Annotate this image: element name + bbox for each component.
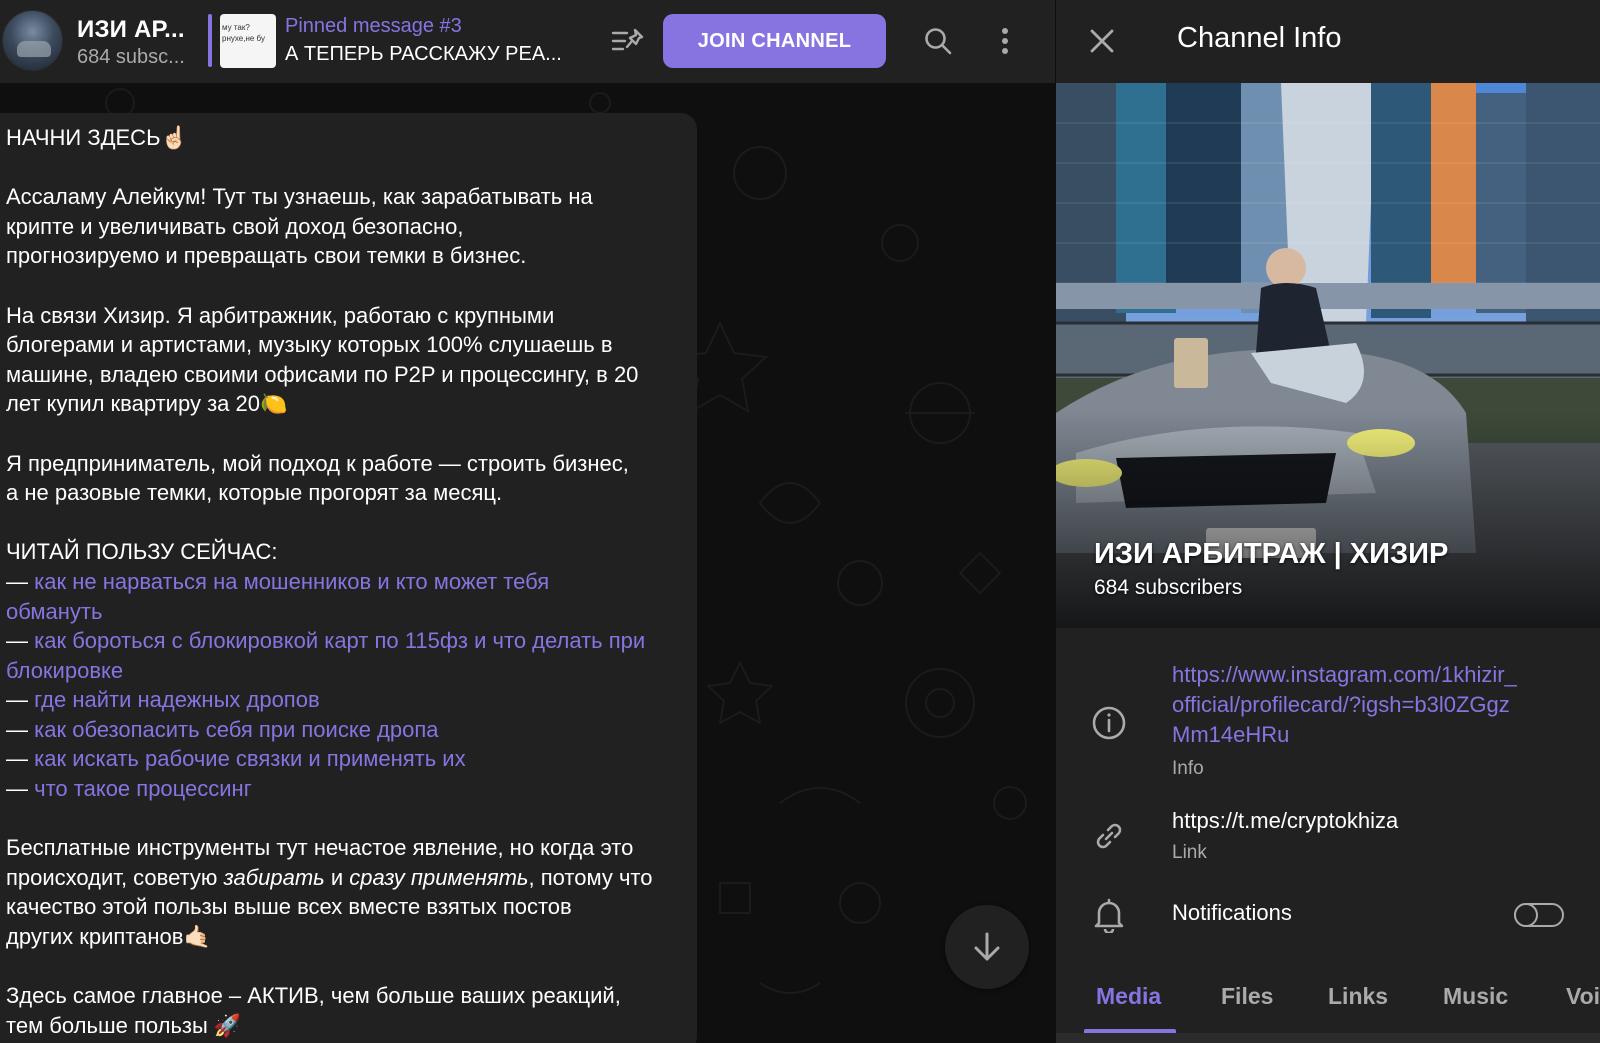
bio-link-line[interactable]: Mm14eHRu	[1172, 720, 1289, 750]
info-panel-title: Channel Info	[1177, 22, 1342, 54]
message-link[interactable]: как бороться с блокировкой карт по 115фз…	[34, 628, 645, 653]
italic-text: сразу применять	[349, 864, 529, 890]
notifications-label: Notifications	[1172, 900, 1292, 925]
message-bubble[interactable]: НАЧНИ ЗДЕСЬ☝🏻 Ассаламу Алейкум! Тут ты у…	[0, 113, 697, 1043]
dash: —	[6, 776, 35, 802]
bio-link-line[interactable]: https://www.instagram.com/1khizir_	[1172, 660, 1517, 690]
thumbnail-text: му так?	[222, 23, 250, 32]
message-title: НАЧНИ ЗДЕСЬ☝🏻	[6, 125, 188, 150]
dash: —	[6, 716, 35, 742]
channel-name[interactable]: ИЗИ АР...	[77, 16, 185, 44]
message-text-line: блогерами и артистами, музыку которых 10…	[6, 332, 613, 358]
pinned-indicator-bar	[208, 14, 212, 67]
message-link[interactable]: что такое процессинг	[34, 776, 252, 801]
tab-media[interactable]: Media	[1096, 983, 1161, 1010]
message-text-line: машине, владею своими офисами по P2P и п…	[6, 361, 639, 387]
info-header: Channel Info	[1056, 0, 1600, 83]
message-text-line: тем больше пользы 🚀	[6, 1012, 242, 1038]
message-text-fragment: и	[324, 864, 350, 890]
pinned-message-title[interactable]: Pinned message #3	[285, 15, 462, 38]
tab-voice[interactable]: Voi	[1566, 983, 1600, 1010]
list-heading: ЧИТАЙ ПОЛЬЗУ СЕЙЧАС:	[6, 539, 278, 565]
message-link[interactable]: как искать рабочие связки и применять их	[34, 746, 465, 771]
tab-music[interactable]: Music	[1443, 983, 1508, 1010]
notifications-toggle[interactable]	[1514, 903, 1564, 927]
info-row-bio[interactable]: https://www.instagram.com/1khizir_ offic…	[1056, 650, 1600, 785]
join-channel-button[interactable]: JOIN CHANNEL	[663, 14, 886, 68]
channel-cover-photo[interactable]: ИЗИ АРБИТРАЖ | ХИЗИР 684 subscribers	[1056, 83, 1600, 628]
dash: —	[6, 628, 35, 654]
telegram-window: ИЗИ АР... 684 subsc... му так? рнухе,не …	[0, 0, 1600, 1043]
scroll-to-bottom-button[interactable]	[945, 905, 1029, 989]
channel-subscribers: 684 subscribers	[1094, 576, 1243, 599]
tab-links[interactable]: Links	[1328, 983, 1388, 1010]
message-text-line: прогнозируемо и превращать свои темки в …	[6, 243, 527, 269]
bio-label: Info	[1172, 758, 1204, 779]
more-vertical-icon[interactable]	[985, 21, 1025, 61]
toggle-knob	[1514, 903, 1538, 927]
shared-media-tabs: Media Files Links Music Voi	[1056, 975, 1600, 1043]
message-text-fragment: происходит, советую	[6, 864, 224, 890]
bio-link-line[interactable]: official/profilecard/?igsh=b3l0ZGgz	[1172, 690, 1510, 720]
message-link[interactable]: как обезопасить себя при поиске дропа	[34, 717, 438, 742]
pinned-message-text[interactable]: А ТЕПЕРЬ РАССКАЖУ РЕА...	[285, 43, 562, 66]
message-text-fragment: , потому что	[528, 864, 653, 890]
channel-full-name: ИЗИ АРБИТРАЖ | ХИЗИР	[1094, 538, 1449, 570]
message-text-line: Бесплатные инструменты тут нечастое явле…	[6, 835, 634, 861]
message-text-line: крипте и увеличивать свой доход безопасн…	[6, 213, 464, 239]
close-icon[interactable]	[1081, 20, 1123, 62]
message-text-line: Ассаламу Алейкум! Тут ты узнаешь, как за…	[6, 184, 593, 210]
message-link[interactable]: как не нарваться на мошенников и кто мож…	[34, 569, 549, 594]
pinned-message-thumbnail[interactable]: му так? рнухе,не бу	[220, 14, 276, 68]
channel-link[interactable]: https://t.me/cryptokhiza	[1172, 806, 1398, 836]
dash: —	[6, 746, 35, 772]
message-text-line: лет купил квартиру за 20🍋	[6, 391, 288, 417]
message-text-line: Здесь самое главное – АКТИВ, чем больше …	[6, 983, 621, 1009]
thumbnail-text: рнухе,не бу	[222, 34, 265, 43]
arrow-down-icon	[974, 932, 1000, 961]
search-icon[interactable]	[918, 21, 958, 61]
info-circle-icon	[1091, 705, 1127, 741]
message-text-line: Я предприниматель, мой подход к работе —…	[6, 450, 629, 476]
message-text-line: На связи Хизир. Я арбитражник, работаю с…	[6, 302, 555, 328]
message-text-line: других криптанов🤙🏻	[6, 924, 211, 950]
tab-files[interactable]: Files	[1221, 983, 1273, 1010]
link-label: Link	[1172, 842, 1207, 863]
channel-avatar[interactable]	[2, 10, 63, 71]
dash: —	[6, 568, 35, 594]
message-link[interactable]: где найти надежных дропов	[34, 687, 320, 712]
message-text-line: качество этой пользы выше всех вместе вз…	[6, 894, 572, 920]
chat-column: ИЗИ АР... 684 subsc... му так? рнухе,не …	[0, 0, 1055, 1043]
bell-icon	[1091, 897, 1127, 933]
chat-header: ИЗИ АР... 684 subsc... му так? рнухе,не …	[0, 0, 1055, 83]
italic-text: забирать	[223, 864, 325, 890]
link-icon	[1091, 818, 1127, 854]
channel-info-panel: Channel Info ИЗИ АРБИТРАЖ | ХИЗИР 684 su…	[1055, 0, 1600, 1043]
info-row-link[interactable]: https://t.me/cryptokhiza Link	[1056, 800, 1600, 870]
message-link-continued[interactable]: обмануть	[6, 599, 102, 624]
media-grid-preview	[1056, 1033, 1600, 1043]
message-text-line: а не разовые темки, которые прогорят за …	[6, 480, 503, 506]
channel-subscriber-count: 684 subsc...	[77, 46, 185, 68]
pinned-list-icon[interactable]	[608, 22, 648, 62]
message-link-continued[interactable]: блокировке	[6, 658, 123, 683]
dash: —	[6, 687, 35, 713]
